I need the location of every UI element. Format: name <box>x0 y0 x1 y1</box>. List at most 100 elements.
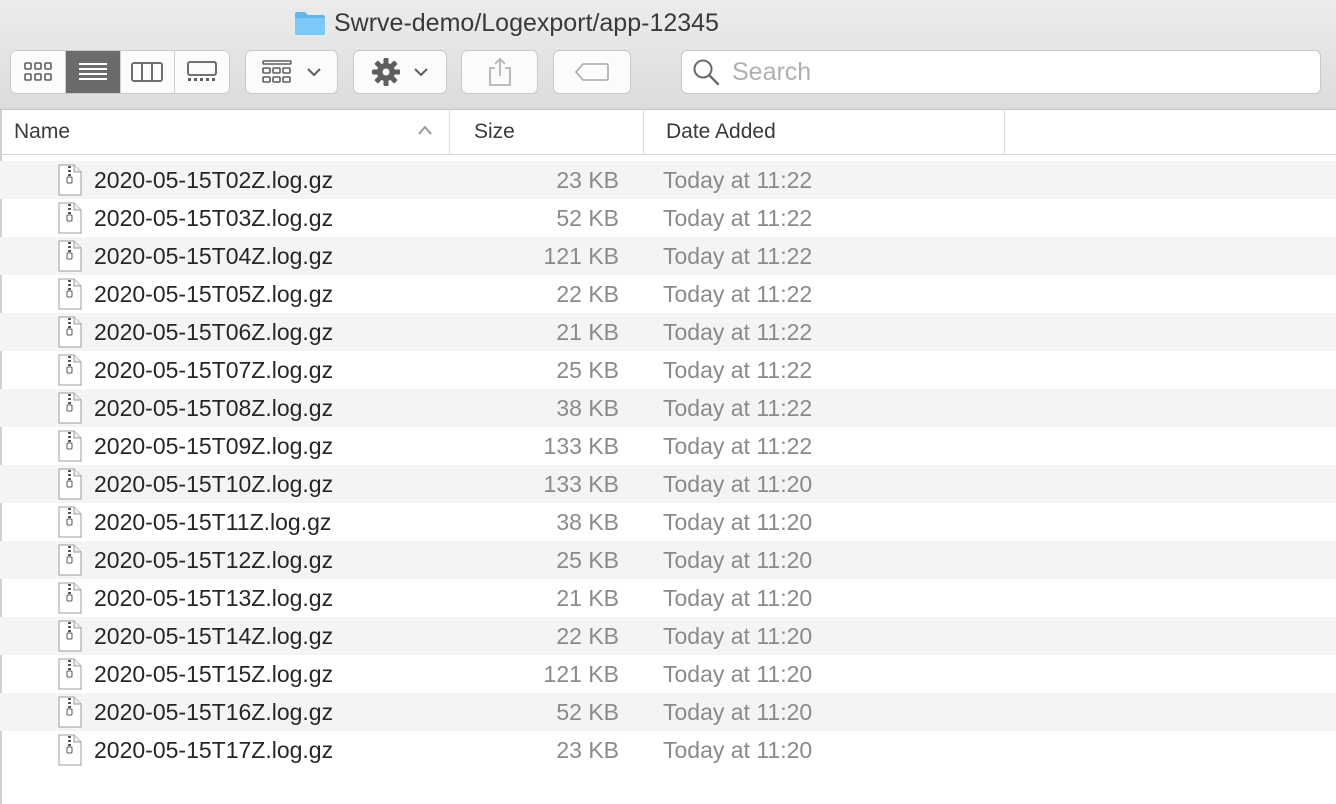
file-date-added: Today at 11:22 <box>663 167 813 193</box>
file-row[interactable]: 2020-05-15T11Z.log.gz 38 KB Today at 11:20 <box>0 503 1336 541</box>
search-input[interactable] <box>730 56 1294 88</box>
file-name: 2020-05-15T04Z.log.gz <box>94 243 334 269</box>
file-name: 2020-05-15T16Z.log.gz <box>94 699 334 725</box>
file-date-added: Today at 11:22 <box>663 205 813 231</box>
archive-file-icon <box>58 392 82 429</box>
path-title: Swrve-demo/Logexport/app-12345 <box>334 8 719 37</box>
file-size: 25 KB <box>556 357 619 383</box>
file-size: 22 KB <box>556 281 619 307</box>
file-row[interactable]: 2020-05-15T08Z.log.gz 38 KB Today at 11:22 <box>0 389 1336 427</box>
name-column-label: Name <box>14 120 71 143</box>
file-row[interactable]: 2020-05-15T15Z.log.gz 121 KB Today at 11:2… <box>0 655 1336 693</box>
date-added-column-label: Date Added <box>666 120 776 143</box>
file-row[interactable]: 2020-05-15T10Z.log.gz 133 KB Today at 11:2… <box>0 465 1336 503</box>
archive-file-icon <box>58 316 82 353</box>
file-name: 2020-05-15T02Z.log.gz <box>94 167 334 193</box>
file-name: 2020-05-15T09Z.log.gz <box>94 433 334 459</box>
file-date-added: Today at 11:22 <box>663 357 813 383</box>
archive-file-icon <box>58 430 82 467</box>
tag-button[interactable] <box>553 50 631 94</box>
file-name: 2020-05-15T05Z.log.gz <box>94 281 334 307</box>
file-row[interactable]: 2020-05-15T07Z.log.gz 25 KB Today at 11:22 <box>0 351 1336 389</box>
gear-icon <box>372 58 400 86</box>
archive-file-icon <box>58 658 82 695</box>
search-icon <box>693 59 720 86</box>
sort-ascending-icon[interactable] <box>416 124 434 136</box>
file-row[interactable]: 2020-05-15T09Z.log.gz 133 KB Today at 11:2… <box>0 427 1336 465</box>
file-name: 2020-05-15T06Z.log.gz <box>94 319 334 345</box>
file-size: 38 KB <box>556 509 619 535</box>
column-header: Name Size Date Added <box>0 110 1336 155</box>
column-view-button[interactable] <box>121 51 176 93</box>
file-name: 2020-05-15T17Z.log.gz <box>94 737 334 763</box>
file-size: 121 KB <box>543 661 619 687</box>
file-size: 133 KB <box>543 433 619 459</box>
file-row[interactable]: 2020-05-15T05Z.log.gz 22 KB Today at 11:22 <box>0 275 1336 313</box>
list-icon <box>78 63 107 80</box>
archive-file-icon <box>58 354 82 391</box>
archive-file-icon <box>58 164 82 201</box>
name-column-header[interactable]: Name <box>14 110 449 154</box>
chevron-down-icon <box>306 68 321 77</box>
file-row[interactable]: 2020-05-15T16Z.log.gz 52 KB Today at 11:20 <box>0 693 1336 731</box>
file-date-added: Today at 11:20 <box>663 623 813 649</box>
share-icon <box>488 57 511 86</box>
file-date-added: Today at 11:20 <box>663 699 813 725</box>
file-date-added: Today at 11:20 <box>663 547 813 573</box>
file-row[interactable]: 2020-05-15T13Z.log.gz 21 KB Today at 11:20 <box>0 579 1336 617</box>
file-size: 21 KB <box>556 319 619 345</box>
file-name: 2020-05-15T07Z.log.gz <box>94 357 334 383</box>
archive-file-icon <box>58 468 82 505</box>
action-button[interactable] <box>353 50 447 94</box>
list-view-button[interactable] <box>65 51 121 93</box>
file-row[interactable]: 2020-05-15T04Z.log.gz 121 KB Today at 11:2… <box>0 237 1336 275</box>
file-name: 2020-05-15T08Z.log.gz <box>94 395 334 421</box>
folder-icon <box>294 10 326 36</box>
file-row[interactable]: 2020-05-15T17Z.log.gz 23 KB Today at 11:20 <box>0 731 1336 769</box>
chevron-down-icon <box>414 68 428 77</box>
file-name: 2020-05-15T10Z.log.gz <box>94 471 334 497</box>
file-size: 21 KB <box>556 585 619 611</box>
file-row[interactable]: 2020-05-15T02Z.log.gz 23 KB Today at 11:22 <box>0 161 1336 199</box>
file-name: 2020-05-15T11Z.log.gz <box>94 509 332 535</box>
archive-file-icon <box>58 734 82 771</box>
file-date-added: Today at 11:20 <box>663 737 813 763</box>
file-name: 2020-05-15T03Z.log.gz <box>94 205 334 231</box>
file-name: 2020-05-15T12Z.log.gz <box>94 547 334 573</box>
file-date-added: Today at 11:22 <box>663 243 813 269</box>
view-mode-control[interactable] <box>10 50 230 94</box>
file-row[interactable]: 2020-05-15T03Z.log.gz 52 KB Today at 11:22 <box>0 199 1336 237</box>
group-button[interactable] <box>245 50 338 94</box>
file-row[interactable]: 2020-05-15T06Z.log.gz 21 KB Today at 11:22 <box>0 313 1336 351</box>
file-size: 52 KB <box>556 699 619 725</box>
tag-icon <box>575 63 609 81</box>
file-size: 133 KB <box>543 471 619 497</box>
archive-file-icon <box>58 620 82 657</box>
date-added-column-header[interactable]: Date Added <box>643 110 1005 154</box>
icon-view-button[interactable] <box>11 51 66 93</box>
file-size: 22 KB <box>556 623 619 649</box>
file-size: 121 KB <box>543 243 619 269</box>
search-field[interactable] <box>681 50 1321 94</box>
share-button[interactable] <box>461 50 538 94</box>
file-row[interactable]: 2020-05-15T12Z.log.gz 25 KB Today at 11:20 <box>0 541 1336 579</box>
archive-file-icon <box>58 544 82 581</box>
archive-file-icon <box>58 582 82 619</box>
grid-icon <box>24 62 52 81</box>
size-column-label: Size <box>474 120 515 143</box>
size-column-header[interactable]: Size <box>449 110 643 154</box>
archive-file-icon <box>58 506 82 543</box>
file-size: 52 KB <box>556 205 619 231</box>
file-list: 2020-05-15T02Z.log.gz 23 KB Today at 11:22… <box>0 161 1336 769</box>
archive-file-icon <box>58 202 82 239</box>
archive-file-icon <box>58 240 82 277</box>
file-date-added: Today at 11:20 <box>663 585 813 611</box>
file-size: 23 KB <box>556 167 619 193</box>
file-date-added: Today at 11:20 <box>663 509 813 535</box>
window-title: Swrve-demo/Logexport/app-12345 <box>294 6 719 40</box>
gallery-view-button[interactable] <box>175 51 229 93</box>
gallery-icon <box>187 61 218 81</box>
file-date-added: Today at 11:22 <box>663 433 813 459</box>
file-row[interactable]: 2020-05-15T14Z.log.gz 22 KB Today at 11:20 <box>0 617 1336 655</box>
file-date-added: Today at 11:20 <box>663 661 813 687</box>
